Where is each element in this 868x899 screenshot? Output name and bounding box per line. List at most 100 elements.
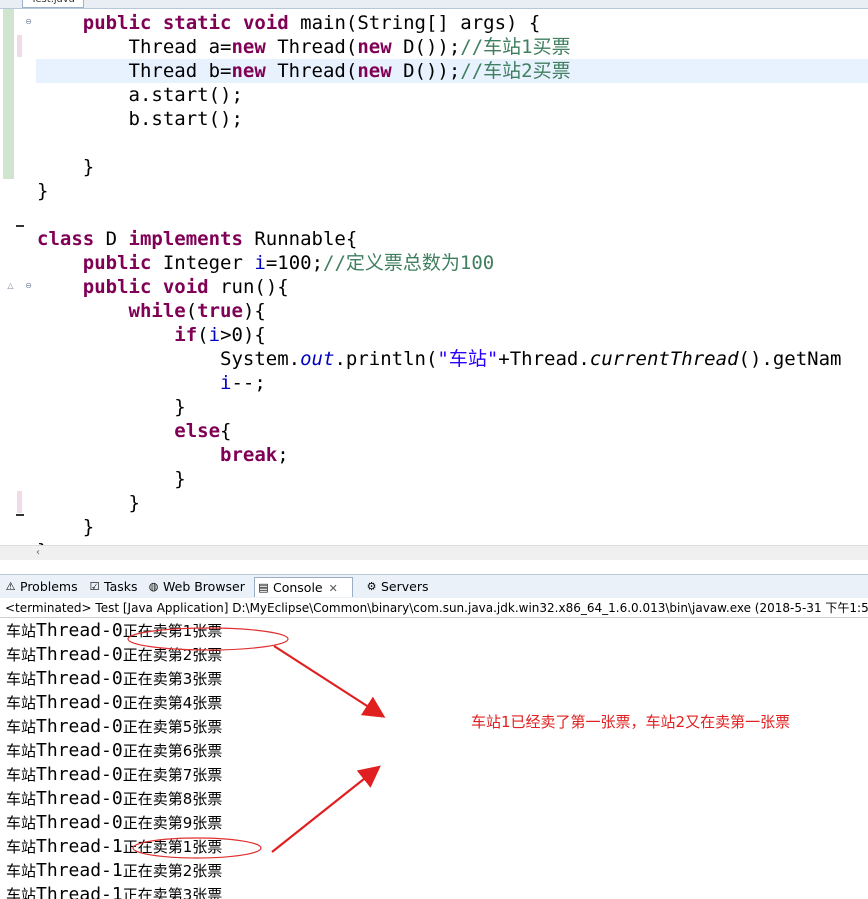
panel-tab-web-browser[interactable]: ◍ Web Browser <box>145 577 252 596</box>
code-line[interactable]: Thread a=new Thread(new D());//车站1买票 <box>37 35 841 59</box>
code-line[interactable]: Thread b=new Thread(new D());//车站2买票 <box>37 59 841 83</box>
code-line[interactable]: } <box>37 467 841 491</box>
occurrence-marker <box>17 35 22 57</box>
console-line-thread: Thread-0 <box>36 692 123 713</box>
console-line-pre: 车站 <box>6 670 37 688</box>
console-line: 车站Thread-0正在卖第7张票 <box>6 763 222 787</box>
code-token: true <box>197 300 243 322</box>
code-token: Thread b= <box>37 60 232 82</box>
code-token: public <box>82 276 152 298</box>
fold-collapse-icon[interactable]: ⊖ <box>24 17 33 26</box>
console-line: 车站Thread-1正在卖第2张票 <box>6 859 222 883</box>
code-line[interactable]: public static void main(String[] args) { <box>37 11 841 35</box>
tasks-icon: ☑ <box>89 580 100 593</box>
code-editor[interactable]: ⊖ ⊖ △ public static void main(String[] a… <box>0 9 868 554</box>
code-line[interactable]: System.out.println("车站"+Thread.currentTh… <box>37 347 841 371</box>
console-line-pre: 车站 <box>6 886 37 899</box>
console-line-pre: 车站 <box>6 622 37 640</box>
occurrence-marker <box>17 491 22 513</box>
code-line[interactable]: b.start(); <box>37 107 841 131</box>
panel-tab-console[interactable]: ▤ Console ✕ <box>254 577 353 597</box>
code-line[interactable]: class D implements Runnable{ <box>37 227 841 251</box>
console-line-pre: 车站 <box>6 838 37 856</box>
console-line-thread: Thread-0 <box>36 788 123 809</box>
annotation-text: 车站1已经卖了第一张票，车站2又在卖第一张票 <box>471 713 791 731</box>
scroll-left-icon[interactable]: ‹ <box>36 546 40 560</box>
code-token: ().getNam <box>738 348 842 370</box>
code-line[interactable]: } <box>37 491 841 515</box>
code-token: ( <box>197 324 209 346</box>
panel-tab-bar: ⚠ Problems ☑ Tasks ◍ Web Browser ▤ Console ✕ ⚙ Ser… <box>0 574 868 599</box>
panel-tab-label: Console <box>273 580 323 595</box>
console-line: 车站Thread-0正在卖第8张票 <box>6 787 222 811</box>
console-line-post: 正在卖第2张票 <box>122 646 223 664</box>
code-token: i <box>208 324 221 346</box>
console-line-post: 正在卖第2张票 <box>122 862 223 880</box>
console-output: 车站Thread-0正在卖第1张票 车站Thread-0正在卖第2张票 车站Thre… <box>6 619 222 899</box>
code-token: } <box>37 468 186 490</box>
console-line-post: 正在卖第5张票 <box>122 718 223 736</box>
code-token: Thread a= <box>37 36 232 58</box>
code-token: main(String[] args) { <box>288 12 541 34</box>
fold-collapse-icon[interactable]: ⊖ <box>24 281 33 290</box>
console-view[interactable]: <terminated> Test [Java Application] D:\… <box>0 598 868 899</box>
code-token: out <box>300 348 335 370</box>
code-token: } <box>37 492 140 514</box>
quick-diff-marker <box>16 225 24 227</box>
console-line-thread: Thread-0 <box>36 644 123 665</box>
code-token: b.start(); <box>37 108 243 130</box>
panel-tab-label: Tasks <box>104 579 138 594</box>
code-token: --; <box>231 372 266 394</box>
code-line[interactable]: } <box>37 395 841 419</box>
code-line[interactable]: } <box>37 179 841 203</box>
console-line-pre: 车站 <box>6 646 37 664</box>
panel-tab-tasks[interactable]: ☑ Tasks <box>86 577 143 596</box>
code-line[interactable]: a.start(); <box>37 83 841 107</box>
console-line: 车站Thread-0正在卖第2张票 <box>6 643 222 667</box>
close-icon[interactable]: ✕ <box>329 582 338 595</box>
horizontal-scrollbar[interactable]: ‹ <box>0 545 868 560</box>
code-token: new <box>357 36 392 58</box>
quick-diff-marker <box>16 514 24 516</box>
code-token: { <box>220 420 232 442</box>
code-line[interactable]: break; <box>37 443 841 467</box>
console-line-thread: Thread-0 <box>36 812 123 833</box>
code-token: D()); <box>391 36 461 58</box>
code-line[interactable]: } <box>37 155 841 179</box>
console-status: <terminated> Test [Java Application] D:\… <box>0 598 868 618</box>
panel-tab-problems[interactable]: ⚠ Problems <box>2 577 82 596</box>
panel-tab-servers[interactable]: ⚙ Servers <box>363 577 433 596</box>
code-token: while <box>128 300 186 322</box>
console-line: 车站Thread-0正在卖第6张票 <box>6 739 222 763</box>
editor-tab[interactable]: Test.java <box>22 0 84 8</box>
code-line[interactable]: while(true){ <box>37 299 841 323</box>
code-line[interactable]: public void run(){ <box>37 275 841 299</box>
source-code[interactable]: public static void main(String[] args) {… <box>37 11 841 554</box>
code-token: } <box>37 396 186 418</box>
code-line[interactable]: public Integer i=100;//定义票总数为100 <box>37 251 841 275</box>
console-line-pre: 车站 <box>6 814 37 832</box>
console-line-post: 正在卖第7张票 <box>122 766 223 784</box>
code-token: new <box>231 36 266 58</box>
console-line-pre: 车站 <box>6 718 37 736</box>
code-line[interactable]: } <box>37 515 841 539</box>
console-line-thread: Thread-0 <box>36 764 123 785</box>
code-token: System. <box>37 348 301 370</box>
code-line[interactable] <box>37 203 841 227</box>
console-line-post: 正在卖第1张票 <box>122 838 223 856</box>
console-line-thread: Thread-0 <box>36 740 123 761</box>
code-line[interactable]: else{ <box>37 419 841 443</box>
code-token: new <box>357 60 392 82</box>
code-line[interactable]: i--; <box>37 371 841 395</box>
override-indicator-icon: △ <box>7 281 14 290</box>
code-line[interactable]: if(i>0){ <box>37 323 841 347</box>
code-token: ( <box>185 300 198 322</box>
code-line[interactable] <box>37 131 841 155</box>
code-token: } <box>37 156 95 178</box>
